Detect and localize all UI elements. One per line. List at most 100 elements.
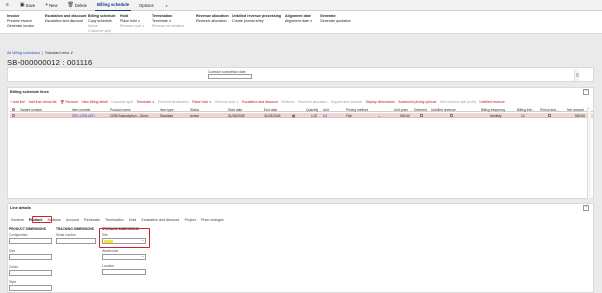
toolbar-button[interactable]: Remove hold ∨ xyxy=(215,100,238,104)
colour-label: Colour xyxy=(9,265,19,269)
contract-completion-field[interactable] xyxy=(208,74,252,79)
scrollbar-thumb[interactable] xyxy=(576,73,579,77)
cell-billing-frequency[interactable]: Monthly xyxy=(490,114,502,118)
toolbar-button[interactable]: + Add line xyxy=(10,100,25,104)
size-field[interactable] xyxy=(9,254,52,260)
tab-project[interactable]: Project xyxy=(184,217,197,222)
col-unit-price[interactable]: Unit price xyxy=(394,108,408,112)
breadcrumb-link[interactable]: All billing schedules xyxy=(7,51,40,55)
toolbar-button[interactable]: Customer split xyxy=(111,100,133,104)
toolbar-button[interactable]: Add revenue split (hold) xyxy=(440,100,476,104)
ribbon-button[interactable]: Alignment date ∨ xyxy=(285,19,313,24)
collapse-button[interactable]: ⌃ xyxy=(583,205,589,211)
tab-options[interactable]: Options xyxy=(137,0,155,11)
table-row[interactable]: SBS-CRM-MSY CRM Subscription – Mont... S… xyxy=(10,113,593,118)
colour-field[interactable] xyxy=(9,270,52,276)
scrollbar[interactable] xyxy=(574,69,579,81)
select-all-check[interactable] xyxy=(12,107,15,111)
cell-product-name[interactable]: CRM Subscription – Mont... xyxy=(110,114,150,118)
ribbon-group-title: Unbilled revenue processing xyxy=(232,14,282,18)
col-net-amount[interactable]: Net amount xyxy=(567,108,584,112)
col-quantity[interactable]: Quantity xyxy=(306,108,318,112)
tab-renewals[interactable]: Renewals xyxy=(83,217,100,222)
tab-billing-schedule[interactable]: Billing schedule xyxy=(94,0,132,11)
col-billing-frequency[interactable]: Billing frequency xyxy=(481,108,505,112)
ribbon-button[interactable]: Remove termination xyxy=(152,24,184,29)
chevron-down-icon[interactable]: ⌄ xyxy=(378,114,381,118)
ribbon-group: Invoice Preview invoice Generate invoice xyxy=(7,14,34,29)
toolbar-button[interactable]: Reflexes xyxy=(281,100,294,104)
style-field[interactable] xyxy=(9,285,52,291)
save-icon: ▣ xyxy=(19,2,25,8)
serial-number-field[interactable] xyxy=(56,238,96,244)
configuration-field[interactable] xyxy=(9,238,52,244)
cell-item-number[interactable]: SBS-CRM-MSY xyxy=(72,114,95,118)
col-unbilled-revenue[interactable]: Unbilled revenue xyxy=(431,108,456,112)
toolbar-button[interactable]: Escalation and discount xyxy=(242,100,278,104)
ribbon-button[interactable]: Create journal entry xyxy=(232,19,281,24)
ribbon-button[interactable]: Revenue allocation xyxy=(196,19,229,24)
grid-scrollbar[interactable] xyxy=(587,107,591,199)
tab-hold[interactable]: Hold xyxy=(128,217,137,222)
search-icon[interactable]: ⌕ xyxy=(164,0,170,11)
view-selector[interactable]: Standard view ∨ xyxy=(45,51,73,55)
deferred-checkbox[interactable] xyxy=(420,113,423,117)
col-unit[interactable]: Unit xyxy=(323,108,329,112)
cell-item-type[interactable]: Standard xyxy=(160,114,173,118)
collapse-button[interactable]: ⌃ xyxy=(583,89,589,95)
col-start-date[interactable]: Start date xyxy=(228,108,242,112)
location-field[interactable] xyxy=(102,269,146,275)
ribbon-button[interactable]: Generate invoice xyxy=(7,24,34,29)
cell-end-date[interactable]: 31/03/2026 xyxy=(264,114,281,118)
warehouse-field[interactable]: ⌄ xyxy=(102,254,146,260)
cell-pricing-method[interactable]: Flat xyxy=(346,114,352,118)
toolbar-button[interactable]: Remove termination xyxy=(158,100,188,104)
toolbar-button[interactable]: 🗑 Remove xyxy=(60,100,78,104)
toolbar-button[interactable]: Place hold ∨ xyxy=(192,100,211,104)
cell-start-date[interactable]: 01/04/2025 xyxy=(228,114,245,118)
cell-unit[interactable]: EA xyxy=(323,114,327,118)
toolbar-button[interactable]: Display dimensions xyxy=(366,100,395,104)
toolbar-button[interactable]: Support and renewal xyxy=(331,100,362,104)
menu-button[interactable]: ≡ xyxy=(4,0,12,11)
chevron-down-icon[interactable]: ⌄ xyxy=(141,254,144,258)
tab-escalation-and-discount[interactable]: Escalation and discount xyxy=(141,217,181,222)
row-select-check[interactable] xyxy=(12,113,15,117)
tab-termination[interactable]: Termination xyxy=(104,217,124,222)
toolbar-button[interactable]: Terminate ∨ xyxy=(136,100,154,104)
tab-price-changes[interactable]: Price changes xyxy=(200,217,224,222)
col-period-amount[interactable]: Period amt... xyxy=(540,108,559,112)
calendar-icon[interactable]: ▦ xyxy=(292,114,295,118)
unbilled-revenue-checkbox[interactable] xyxy=(450,113,453,117)
col-status[interactable]: Status xyxy=(190,108,199,112)
toolbar-button[interactable]: Unbilled revenue xyxy=(479,100,504,104)
cell-net-amount[interactable]: 500.00 xyxy=(575,114,585,118)
cell-quantity[interactable]: 1.00 xyxy=(311,114,317,118)
save-button[interactable]: ▣ Save xyxy=(18,0,37,11)
new-button[interactable]: + New xyxy=(43,0,59,11)
cell-unit-price[interactable]: 500.00 xyxy=(400,114,410,118)
tab-account[interactable]: Account xyxy=(65,217,80,222)
ribbon-button[interactable]: Customer split xyxy=(88,29,116,34)
action-bar: ≡ ▣ Save + New 🗑 Delete Billing schedule Op… xyxy=(0,0,602,11)
col-product-name[interactable]: Product name xyxy=(110,108,131,112)
period-checkbox[interactable] xyxy=(548,113,551,117)
col-pricing-method[interactable]: Pricing method xyxy=(346,108,368,112)
cell-status[interactable]: Active xyxy=(190,114,199,118)
col-end-date[interactable]: End date xyxy=(264,108,277,112)
col-deferred[interactable]: Deferred xyxy=(414,108,427,112)
toolbar-button[interactable]: Revenue allocation xyxy=(298,100,327,104)
delete-button[interactable]: 🗑 Delete xyxy=(66,0,89,11)
ribbon-button[interactable]: Generate quotation xyxy=(320,19,351,24)
toolbar-button[interactable]: Advanced pricing options xyxy=(398,100,436,104)
ribbon-button[interactable]: Remove hold ∨ xyxy=(120,24,145,29)
col-item-type[interactable]: Item type xyxy=(160,108,174,112)
ribbon-button[interactable]: Escalation and discount xyxy=(45,19,86,24)
tab-general[interactable]: General xyxy=(10,217,24,222)
col-billing-interval[interactable]: Billing inte... xyxy=(517,108,535,112)
cell-billing-interval[interactable]: 12 xyxy=(521,114,525,118)
toolbar-button[interactable]: Add from items list xyxy=(29,100,57,104)
col-variant-number[interactable]: Variant number xyxy=(20,108,42,112)
col-item-number[interactable]: Item number xyxy=(72,108,91,112)
toolbar-button[interactable]: View billing detail xyxy=(82,100,108,104)
